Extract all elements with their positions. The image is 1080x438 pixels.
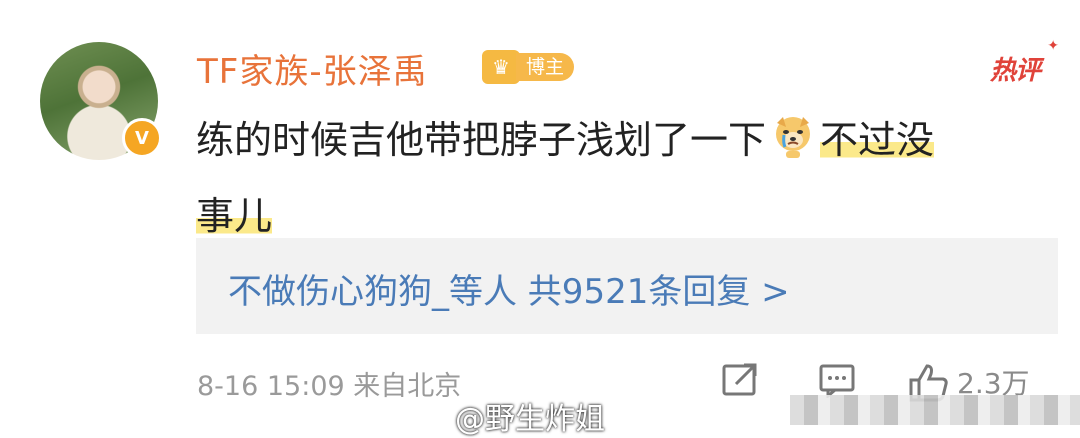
comment-icon[interactable] bbox=[818, 362, 856, 398]
replies-link[interactable]: 不做伤心狗狗_等人 共9521条回复 > bbox=[228, 264, 790, 313]
replies-box[interactable]: 不做伤心狗狗_等人 共9521条回复 > bbox=[196, 238, 1058, 334]
avatar[interactable]: V bbox=[40, 42, 162, 160]
timestamp-location: 8-16 15:09 来自北京 bbox=[197, 371, 462, 402]
blogger-badge: ♛ 博主 bbox=[482, 50, 575, 84]
comment-text: 练的时候吉他带把脖子浅划了一下 不过没事儿 bbox=[196, 102, 1056, 254]
verified-badge-icon: V bbox=[122, 118, 162, 158]
badge-label: 博主 bbox=[516, 53, 575, 81]
share-icon[interactable] bbox=[720, 362, 760, 398]
comment-part2-highlight: 不过没 bbox=[820, 118, 935, 162]
comment-part3-highlight: 事儿 bbox=[196, 194, 273, 238]
username[interactable]: TF家族-张泽禹 bbox=[197, 44, 428, 93]
sparkle-icon: ✦ bbox=[1047, 38, 1059, 54]
pixelated-area bbox=[790, 395, 1080, 425]
watermark-text: @野生炸姐 bbox=[455, 402, 605, 437]
hot-tag-label: 热评 bbox=[990, 56, 1041, 86]
crying-dog-emoji-icon bbox=[776, 117, 811, 158]
crown-icon: ♛ bbox=[482, 50, 520, 84]
hot-comment-tag: 热评 ✦ bbox=[990, 38, 1059, 87]
comment-part1: 练的时候吉他带把脖子浅划了一下 bbox=[196, 118, 767, 162]
